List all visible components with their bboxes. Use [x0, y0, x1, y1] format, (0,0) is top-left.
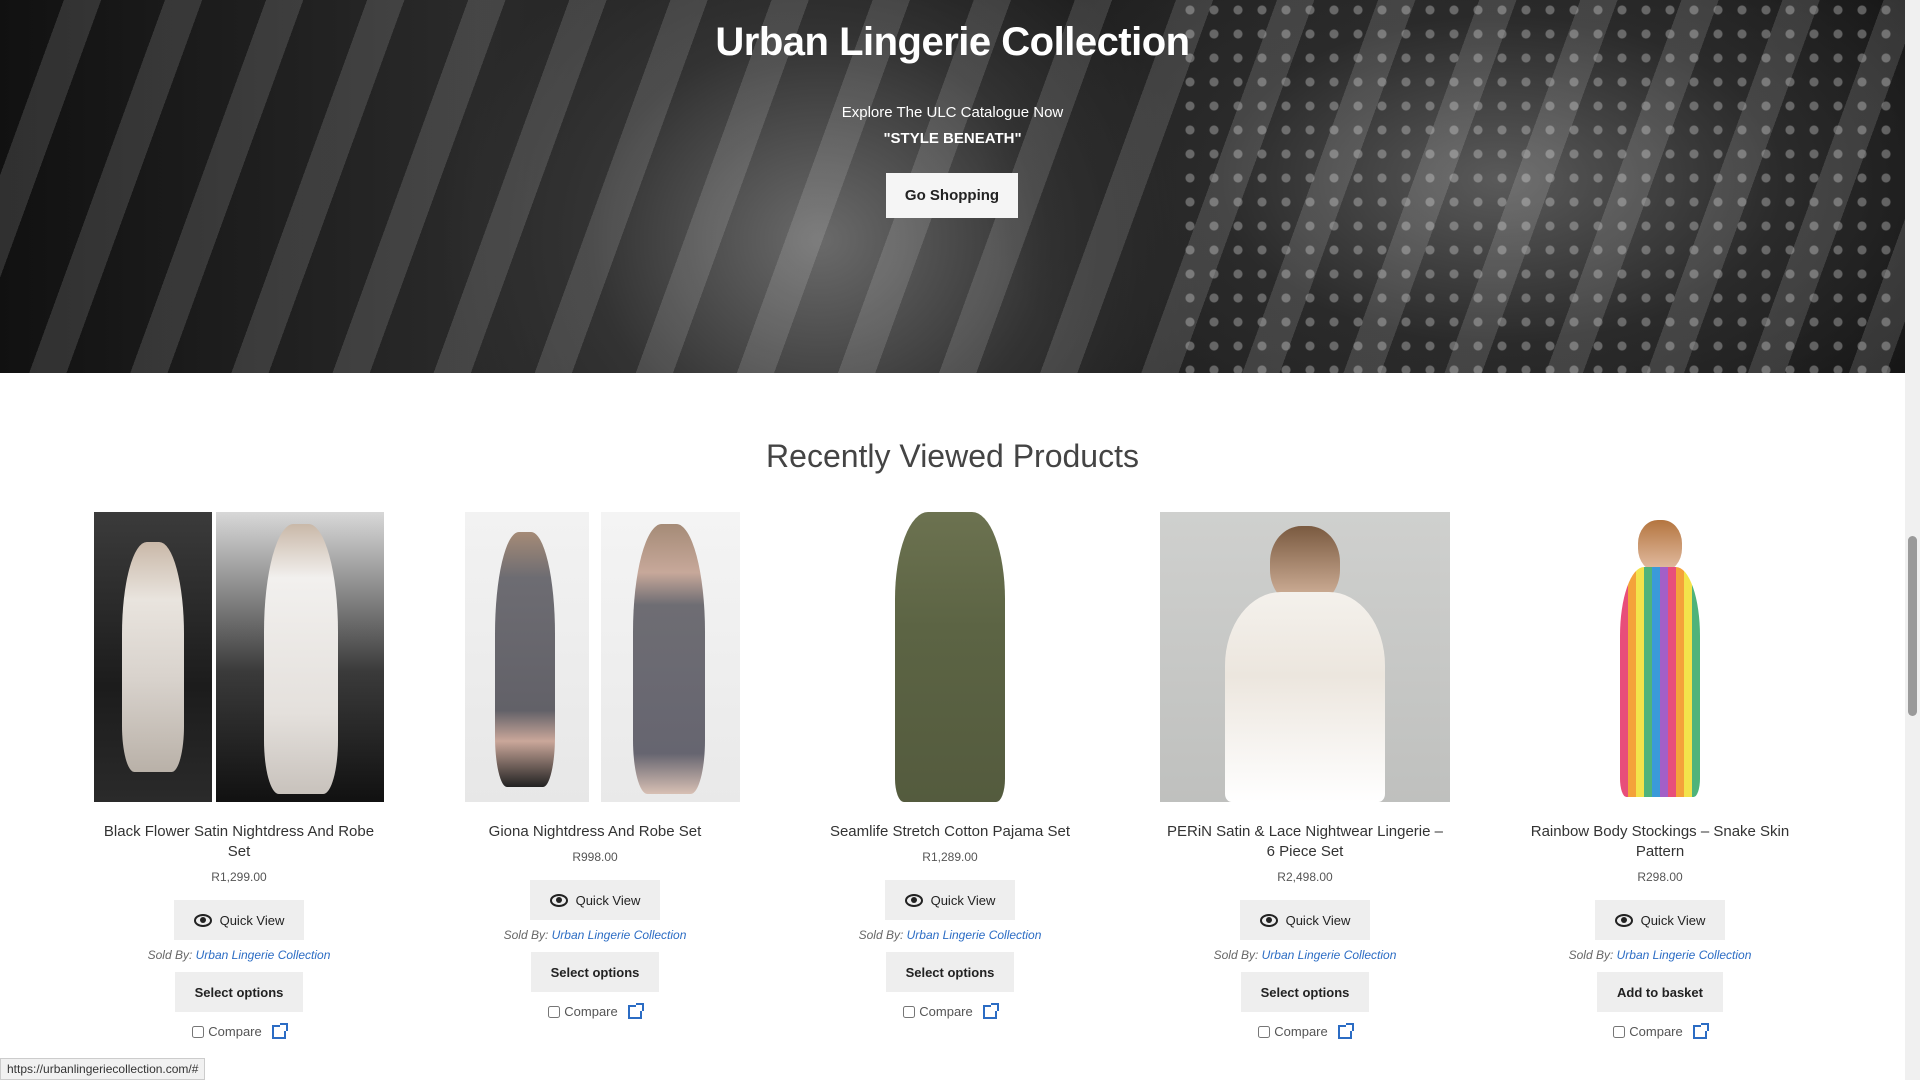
quick-view-label: Quick View — [1285, 912, 1351, 928]
product-photo-left — [465, 512, 589, 802]
external-link-icon[interactable] — [271, 1022, 288, 1039]
compare-row: Compare — [89, 1022, 389, 1039]
sold-by-label: Sold By: — [1213, 948, 1259, 962]
select-options-button[interactable]: Select options — [1240, 972, 1370, 1012]
status-bar-url: https://urbanlingeriecollection.com/# — [0, 1058, 206, 1080]
product-price: R298.00 — [1637, 870, 1683, 884]
compare-checkbox[interactable] — [548, 1005, 561, 1018]
compare-checkbox[interactable] — [1613, 1025, 1626, 1038]
product-card: Giona Nightdress And Robe Set R998.00 Qu… — [445, 512, 745, 1019]
product-photo — [1215, 512, 1395, 802]
product-image[interactable] — [805, 512, 1095, 802]
sold-by: Sold By: Urban Lingerie Collection — [1155, 948, 1455, 962]
quick-view-label: Quick View — [219, 912, 285, 928]
product-name[interactable]: Black Flower Satin Nightdress And Robe S… — [89, 822, 389, 862]
hero-subtitle: Explore The ULC Catalogue Now — [841, 104, 1064, 121]
add-to-basket-button[interactable]: Add to basket — [1597, 972, 1723, 1012]
eye-icon — [193, 913, 212, 927]
product-name[interactable]: Rainbow Body Stockings – Snake Skin Patt… — [1510, 822, 1810, 862]
product-image[interactable] — [1515, 512, 1805, 802]
compare-checkbox[interactable] — [903, 1005, 916, 1018]
product-photo-right — [216, 512, 384, 802]
product-image[interactable] — [450, 512, 740, 802]
quick-view-button[interactable]: Quick View — [173, 900, 305, 940]
compare-row: Compare — [1510, 1022, 1810, 1039]
select-options-button[interactable]: Select options — [174, 972, 304, 1012]
product-name[interactable]: PERiN Satin & Lace Nightwear Lingerie – … — [1155, 822, 1455, 862]
seller-link[interactable]: Urban Lingerie Collection — [196, 948, 331, 962]
select-options-button[interactable]: Select options — [530, 952, 660, 992]
product-card: PERiN Satin & Lace Nightwear Lingerie – … — [1155, 512, 1455, 1039]
seller-link[interactable]: Urban Lingerie Collection — [1262, 948, 1397, 962]
sold-by-label: Sold By: — [858, 928, 904, 942]
quick-view-button[interactable]: Quick View — [1239, 900, 1371, 940]
hero-title: Urban Lingerie Collection — [715, 20, 1190, 64]
product-photo — [1610, 512, 1710, 802]
scrollbar-thumb[interactable] — [1908, 536, 1917, 716]
product-card: Black Flower Satin Nightdress And Robe S… — [89, 512, 389, 1039]
product-photo-right — [601, 512, 740, 802]
compare-label: Compare — [1629, 1024, 1683, 1039]
sold-by-label: Sold By: — [503, 928, 549, 942]
product-name[interactable]: Giona Nightdress And Robe Set — [445, 822, 745, 842]
compare-row: Compare — [1155, 1022, 1455, 1039]
sold-by-label: Sold By: — [147, 948, 193, 962]
quick-view-label: Quick View — [1640, 912, 1706, 928]
compare-checkbox[interactable] — [1258, 1025, 1271, 1038]
sold-by-label: Sold By: — [1568, 948, 1614, 962]
product-photo — [885, 512, 1015, 802]
quick-view-button[interactable]: Quick View — [1594, 900, 1726, 940]
external-link-icon[interactable] — [1337, 1022, 1354, 1039]
compare-row: Compare — [800, 1002, 1100, 1019]
compare-label: Compare — [564, 1004, 618, 1019]
seller-link[interactable]: Urban Lingerie Collection — [907, 928, 1042, 942]
compare-label: Compare — [208, 1024, 262, 1039]
product-price: R1,299.00 — [211, 870, 267, 884]
product-price: R2,498.00 — [1277, 870, 1333, 884]
select-options-button[interactable]: Select options — [885, 952, 1015, 992]
product-card: Seamlife Stretch Cotton Pajama Set R1,28… — [800, 512, 1100, 1019]
product-image[interactable] — [1160, 512, 1450, 802]
sold-by: Sold By: Urban Lingerie Collection — [89, 948, 389, 962]
sold-by: Sold By: Urban Lingerie Collection — [1510, 948, 1810, 962]
quick-view-button[interactable]: Quick View — [529, 880, 661, 920]
product-card: Rainbow Body Stockings – Snake Skin Patt… — [1510, 512, 1810, 1039]
section-title: Recently Viewed Products — [766, 438, 1139, 474]
product-price: R1,289.00 — [922, 850, 978, 864]
product-photo-left — [94, 512, 212, 802]
product-image[interactable] — [94, 512, 384, 802]
seller-link[interactable]: Urban Lingerie Collection — [552, 928, 687, 942]
sold-by: Sold By: Urban Lingerie Collection — [445, 928, 745, 942]
quick-view-label: Quick View — [930, 892, 996, 908]
product-name[interactable]: Seamlife Stretch Cotton Pajama Set — [800, 822, 1100, 842]
product-price: R998.00 — [572, 850, 618, 864]
external-link-icon[interactable] — [982, 1002, 999, 1019]
external-link-icon[interactable] — [1692, 1022, 1709, 1039]
compare-checkbox[interactable] — [192, 1025, 205, 1038]
external-link-icon[interactable] — [627, 1002, 644, 1019]
compare-label: Compare — [919, 1004, 973, 1019]
sold-by: Sold By: Urban Lingerie Collection — [800, 928, 1100, 942]
go-shopping-button[interactable]: Go Shopping — [886, 173, 1018, 218]
hero-banner: Urban Lingerie Collection Explore The UL… — [0, 0, 1905, 373]
eye-icon — [549, 893, 568, 907]
hero-subtitle-block: Explore The ULC Catalogue Now "STYLE BEN… — [0, 100, 1905, 152]
seller-link[interactable]: Urban Lingerie Collection — [1617, 948, 1752, 962]
hero-tagline: "STYLE BENEATH" — [883, 130, 1022, 147]
compare-label: Compare — [1274, 1024, 1328, 1039]
eye-icon — [904, 893, 923, 907]
quick-view-button[interactable]: Quick View — [884, 880, 1016, 920]
eye-icon — [1259, 913, 1278, 927]
compare-row: Compare — [445, 1002, 745, 1019]
eye-icon — [1614, 913, 1633, 927]
page-scrollbar[interactable] — [1905, 0, 1920, 1080]
quick-view-label: Quick View — [575, 892, 641, 908]
